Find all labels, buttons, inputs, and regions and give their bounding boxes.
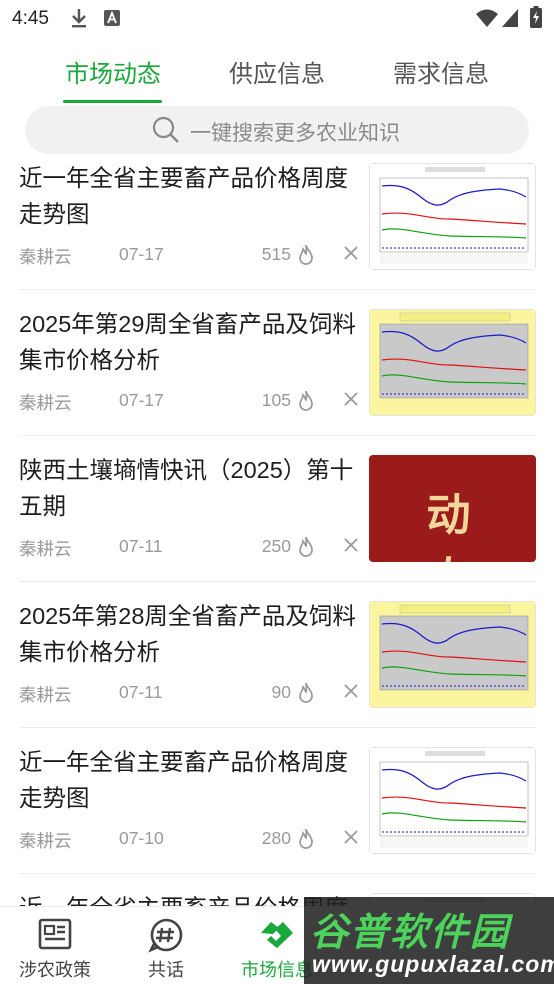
- article-meta: 秦耕云 07-10 280: [19, 828, 359, 854]
- search-bar[interactable]: 一键搜索更多农业知识: [25, 106, 529, 154]
- article-title: 2025年第29周全省畜产品及饲料集市价格分析: [19, 311, 356, 373]
- nav-label: 涉农政策: [19, 960, 91, 980]
- article-view-count: 90: [271, 682, 291, 702]
- article-date: 07-10: [119, 828, 164, 848]
- dismiss-close-icon[interactable]: [343, 245, 359, 261]
- chart-thumbnail-graphic: [379, 312, 529, 410]
- fire-icon: [299, 682, 313, 703]
- newspaper-icon: [38, 918, 72, 950]
- article-title: 2025年第28周全省畜产品及饲料集市价格分析: [19, 603, 356, 665]
- wifi-icon: [476, 9, 498, 27]
- article-meta: 秦耕云 07-11 250: [19, 536, 359, 562]
- article-title: 陕西土壤墒情快讯（2025）第十五期: [19, 457, 354, 519]
- article-title: 近一年全省主要畜产品价格周度走势图: [19, 749, 348, 811]
- article-date: 07-11: [119, 682, 163, 702]
- status-bar: 4:45: [0, 0, 554, 38]
- chart-thumbnail-graphic: [379, 167, 529, 264]
- article-view-count: 280: [261, 828, 291, 848]
- nav-discussion[interactable]: 共话: [111, 907, 221, 984]
- signal-icon: [502, 9, 518, 27]
- article-item[interactable]: 2025年第29周全省畜产品及饲料集市价格分析秦耕云 07-17 105: [0, 290, 554, 436]
- article-thumbnail[interactable]: [369, 747, 536, 854]
- article-date: 07-17: [119, 390, 164, 410]
- article-source: 秦耕云: [19, 685, 72, 705]
- article-title: 近一年全省主要畜产品价格周度走势图: [19, 165, 348, 227]
- download-icon: [72, 9, 86, 28]
- article-item[interactable]: 2025年第28周全省畜产品及饲料集市价格分析秦耕云 07-11 90: [0, 582, 554, 728]
- dismiss-close-icon[interactable]: [343, 537, 359, 553]
- dismiss-close-icon[interactable]: [343, 683, 359, 699]
- fire-icon: [299, 390, 313, 411]
- fire-icon: [299, 828, 313, 849]
- site-watermark: 谷普软件园 www.gupuxlazal.com: [304, 897, 554, 984]
- active-tab-indicator: [63, 100, 162, 103]
- article-meta: 秦耕云 07-17 515: [19, 244, 359, 270]
- hashtag-chat-icon: [148, 918, 183, 953]
- article-date: 07-17: [119, 244, 164, 264]
- article-thumbnail[interactable]: [369, 309, 536, 416]
- article-feed[interactable]: 近一年全省主要畜产品价格周度走势图 秦耕云 07-17 515 2025年第29周全省畜…: [0, 156, 554, 906]
- watermark-title: 谷普软件园: [310, 912, 511, 954]
- fire-icon: [299, 536, 313, 557]
- article-thumbnail[interactable]: [369, 163, 536, 270]
- article-view-count: 105: [261, 390, 291, 410]
- tab-supply-info[interactable]: 供应信息: [227, 54, 327, 89]
- article-view-count: 515: [261, 244, 291, 264]
- article-meta: 秦耕云 07-17 105: [19, 390, 359, 416]
- battery-charging-icon: [530, 6, 542, 28]
- tab-demand-info[interactable]: 需求信息: [391, 54, 491, 89]
- handshake-icon: [261, 922, 293, 948]
- dismiss-close-icon[interactable]: [343, 829, 359, 845]
- article-thumbnail[interactable]: [369, 601, 536, 708]
- article-item[interactable]: 近一年全省主要畜产品价格周度走势图秦耕云 07-17 515: [0, 156, 554, 290]
- search-icon: [152, 116, 179, 143]
- search-placeholder: 一键搜索更多农业知识: [190, 122, 400, 145]
- chart-thumbnail-graphic: [379, 751, 529, 848]
- article-source: 秦耕云: [19, 539, 72, 559]
- app-notification-icon: [104, 10, 120, 26]
- article-item[interactable]: 近一年全省主要畜产品价格周度走势图秦耕云 07-10 280: [0, 728, 554, 874]
- fire-icon: [299, 244, 313, 265]
- article-item[interactable]: 陕西土壤墒情快讯（2025）第十五期秦耕云 07-11 250 动 态: [0, 436, 554, 582]
- dismiss-close-icon[interactable]: [343, 391, 359, 407]
- chart-thumbnail-graphic: [379, 604, 529, 702]
- nav-label: 共话: [148, 960, 184, 980]
- nav-agri-policy[interactable]: 涉农政策: [0, 907, 110, 984]
- article-date: 07-11: [119, 536, 163, 556]
- article-source: 秦耕云: [19, 831, 72, 851]
- article-thumbnail[interactable]: 动 态: [369, 455, 536, 562]
- banner-text: 动 态: [426, 491, 493, 562]
- top-tabs: 市场动态 供应信息 需求信息: [0, 40, 554, 106]
- article-source: 秦耕云: [19, 393, 72, 413]
- article-source: 秦耕云: [19, 247, 72, 267]
- article-view-count: 250: [261, 536, 291, 556]
- status-time: 4:45: [12, 8, 49, 29]
- article-meta: 秦耕云 07-11 90: [19, 682, 359, 708]
- watermark-url: www.gupuxlazal.com: [312, 951, 554, 977]
- tab-market-news[interactable]: 市场动态: [63, 54, 163, 89]
